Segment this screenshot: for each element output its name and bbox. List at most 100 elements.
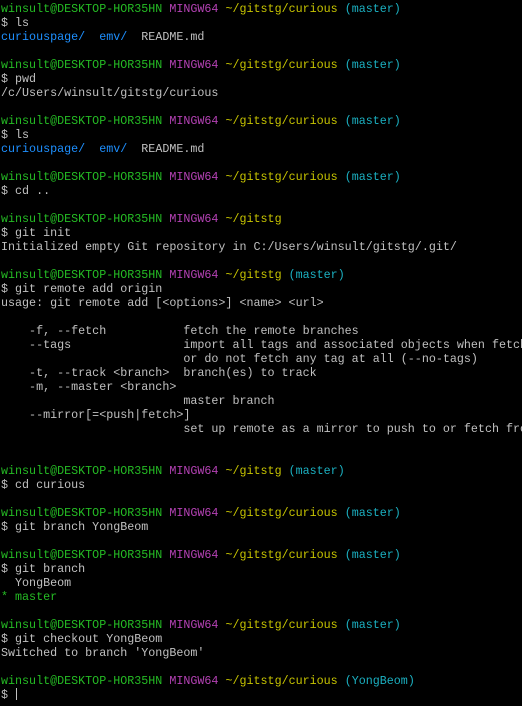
- terminal-text: $ pwd: [1, 72, 37, 86]
- prompt-mingw-label: MINGW64: [169, 114, 219, 128]
- terminal-cursor[interactable]: [16, 688, 18, 700]
- terminal-line: $: [1, 688, 522, 702]
- terminal-line: $ git branch: [1, 562, 522, 576]
- terminal-line: -m, --master <branch>: [1, 380, 522, 394]
- terminal-text: -f, --fetch fetch the remote branches: [1, 324, 359, 338]
- prompt-user-host: winsult@DESKTOP-HOR35HN: [1, 114, 163, 128]
- prompt-path: ~/gitstg: [225, 212, 282, 226]
- prompt-branch: (master): [344, 618, 401, 632]
- terminal-line: winsult@DESKTOP-HOR35HN MINGW64 ~/gitstg…: [1, 674, 522, 688]
- prompt-mingw-label: MINGW64: [169, 548, 219, 562]
- terminal-line: winsult@DESKTOP-HOR35HN MINGW64 ~/gitstg…: [1, 58, 522, 72]
- current-branch-marker: * master: [1, 590, 58, 604]
- prompt-mingw-label: MINGW64: [169, 58, 219, 72]
- directory-name: curiouspage/: [1, 30, 86, 44]
- terminal-text: usage: git remote add [<options>] <name>…: [1, 296, 324, 310]
- prompt-mingw-label: MINGW64: [169, 464, 219, 478]
- prompt-path: ~/gitstg/curious: [225, 618, 338, 632]
- terminal-line: $ pwd: [1, 72, 522, 86]
- terminal-line: Switched to branch 'YongBeom': [1, 646, 522, 660]
- terminal-line: set up remote as a mirror to push to or …: [1, 422, 522, 436]
- prompt-path: ~/gitstg/curious: [225, 114, 338, 128]
- prompt-user-host: winsult@DESKTOP-HOR35HN: [1, 170, 163, 184]
- terminal-text: $ git checkout YongBeom: [1, 632, 163, 646]
- terminal-line: winsult@DESKTOP-HOR35HN MINGW64 ~/gitstg…: [1, 548, 522, 562]
- terminal-line: $ ls: [1, 16, 522, 30]
- terminal-line: winsult@DESKTOP-HOR35HN MINGW64 ~/gitstg…: [1, 464, 522, 478]
- prompt-path: ~/gitstg/curious: [225, 548, 338, 562]
- prompt-path: ~/gitstg/curious: [225, 170, 338, 184]
- terminal-text: $ git branch YongBeom: [1, 520, 149, 534]
- prompt-mingw-label: MINGW64: [169, 2, 219, 16]
- terminal-line: $ git checkout YongBeom: [1, 632, 522, 646]
- terminal-line: -t, --track <branch> branch(es) to track: [1, 366, 522, 380]
- terminal-text: $ ls: [1, 16, 30, 30]
- terminal-text: YongBeom: [1, 576, 72, 590]
- prompt-mingw-label: MINGW64: [169, 212, 219, 226]
- terminal-text: Switched to branch 'YongBeom': [1, 646, 205, 660]
- prompt-path: ~/gitstg/curious: [225, 674, 338, 688]
- terminal-line: $ git init: [1, 226, 522, 240]
- terminal-text: $ cd curious: [1, 478, 86, 492]
- terminal-output: winsult@DESKTOP-HOR35HN MINGW64 ~/gitstg…: [1, 2, 522, 702]
- prompt-branch: (master): [344, 114, 401, 128]
- terminal-line: winsult@DESKTOP-HOR35HN MINGW64 ~/gitstg…: [1, 2, 522, 16]
- prompt-mingw-label: MINGW64: [169, 170, 219, 184]
- directory-name: emv/: [99, 142, 128, 156]
- prompt-branch: (master): [288, 268, 345, 282]
- prompt-branch: (master): [344, 506, 401, 520]
- terminal-text: README.md: [127, 142, 205, 156]
- terminal-text: -t, --track <branch> branch(es) to track: [1, 366, 317, 380]
- terminal-text: $ cd ..: [1, 184, 51, 198]
- terminal-line: winsult@DESKTOP-HOR35HN MINGW64 ~/gitstg…: [1, 618, 522, 632]
- prompt-branch: (master): [344, 58, 401, 72]
- terminal-line: $ cd curious: [1, 478, 522, 492]
- prompt-path: ~/gitstg: [225, 268, 282, 282]
- prompt-user-host: winsult@DESKTOP-HOR35HN: [1, 464, 163, 478]
- terminal-line: /c/Users/winsult/gitstg/curious: [1, 86, 522, 100]
- terminal-line: or do not fetch any tag at all (--no-tag…: [1, 352, 522, 366]
- prompt-mingw-label: MINGW64: [169, 268, 219, 282]
- terminal-text: $: [1, 688, 16, 702]
- terminal-window[interactable]: winsult@DESKTOP-HOR35HN MINGW64 ~/gitstg…: [0, 0, 522, 706]
- terminal-line: master branch: [1, 394, 522, 408]
- terminal-line: Initialized empty Git repository in C:/U…: [1, 240, 522, 254]
- terminal-line: usage: git remote add [<options>] <name>…: [1, 296, 522, 310]
- terminal-line: YongBeom: [1, 576, 522, 590]
- terminal-line: $ git remote add origin: [1, 282, 522, 296]
- prompt-user-host: winsult@DESKTOP-HOR35HN: [1, 2, 163, 16]
- terminal-line: winsult@DESKTOP-HOR35HN MINGW64 ~/gitstg…: [1, 170, 522, 184]
- prompt-user-host: winsult@DESKTOP-HOR35HN: [1, 212, 163, 226]
- terminal-text: Initialized empty Git repository in C:/U…: [1, 240, 457, 254]
- terminal-text: README.md: [127, 30, 205, 44]
- terminal-text: -m, --master <branch>: [1, 380, 177, 394]
- directory-name: curiouspage/: [1, 142, 86, 156]
- terminal-text: $ git init: [1, 226, 72, 240]
- terminal-line: winsult@DESKTOP-HOR35HN MINGW64 ~/gitstg: [1, 212, 522, 226]
- terminal-line: $ cd ..: [1, 184, 522, 198]
- terminal-line: --mirror[=<push|fetch>]: [1, 408, 522, 422]
- prompt-path: ~/gitstg/curious: [225, 58, 338, 72]
- terminal-line: * master: [1, 590, 522, 604]
- terminal-line: curiouspage/ emv/ README.md: [1, 142, 522, 156]
- prompt-user-host: winsult@DESKTOP-HOR35HN: [1, 268, 163, 282]
- terminal-text: --mirror[=<push|fetch>]: [1, 408, 191, 422]
- prompt-mingw-label: MINGW64: [169, 674, 219, 688]
